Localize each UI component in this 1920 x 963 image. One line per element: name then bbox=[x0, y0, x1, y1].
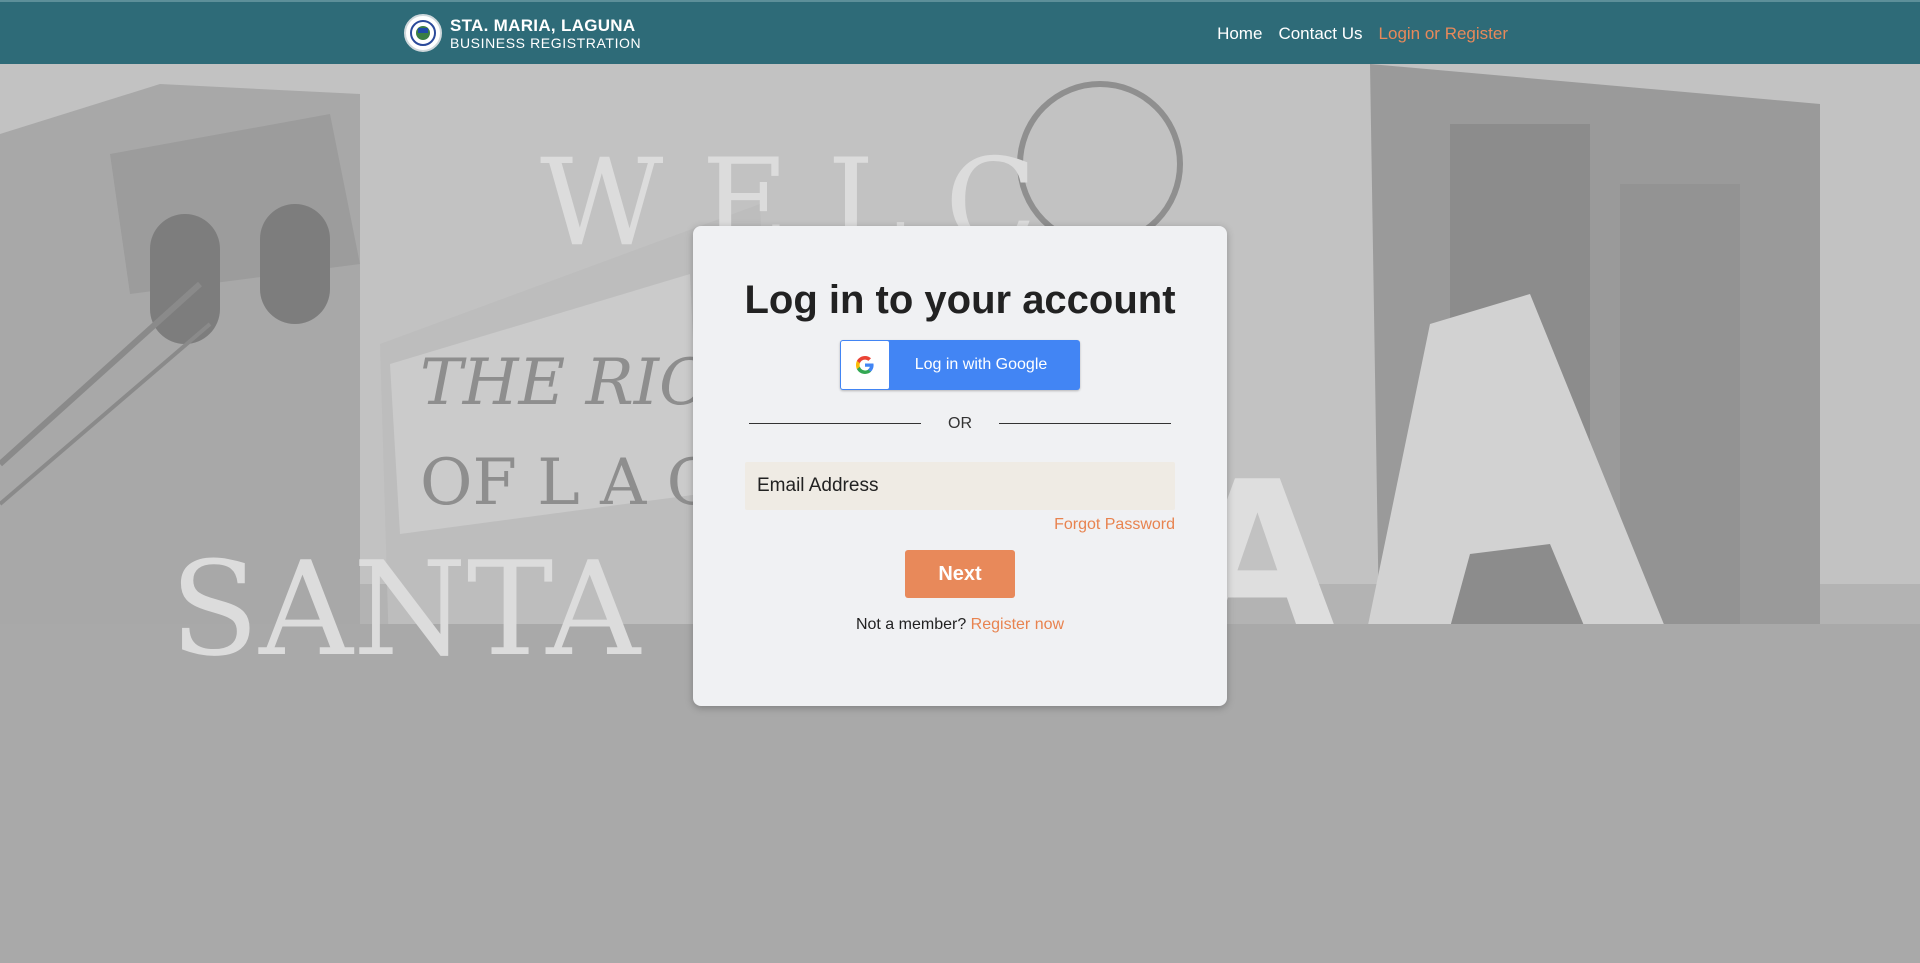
login-card: Log in to your account Log in with Googl… bbox=[693, 226, 1227, 706]
nav-home-link[interactable]: Home bbox=[1217, 24, 1262, 44]
top-navbar: STA. MARIA, LAGUNA BUSINESS REGISTRATION… bbox=[0, 0, 1920, 64]
forgot-password-link[interactable]: Forgot Password bbox=[1054, 516, 1175, 534]
email-input[interactable] bbox=[745, 462, 1175, 510]
or-separator: OR bbox=[948, 415, 972, 432]
brand-text: STA. MARIA, LAGUNA BUSINESS REGISTRATION bbox=[450, 17, 641, 50]
not-member-text: Not a member? bbox=[855, 616, 967, 633]
sign-text-santa: SANTA bbox=[170, 533, 642, 685]
register-now-link[interactable]: Register now bbox=[971, 616, 1064, 633]
google-g-icon bbox=[841, 341, 889, 389]
google-login-label: Log in with Google bbox=[914, 356, 1048, 373]
next-button[interactable]: Next bbox=[905, 550, 1015, 598]
municipal-seal-icon bbox=[404, 14, 442, 52]
register-prompt: Not a member? Register now bbox=[693, 616, 1227, 634]
nav-login-register-link[interactable]: Login or Register bbox=[1379, 24, 1508, 44]
brand-logo-link[interactable]: STA. MARIA, LAGUNA BUSINESS REGISTRATION bbox=[404, 12, 641, 54]
sign-text-laguna: OF L A G bbox=[420, 446, 718, 520]
login-title: Log in to your account bbox=[744, 278, 1176, 322]
divider-right bbox=[999, 423, 1171, 424]
brand-subtitle: BUSINESS REGISTRATION bbox=[450, 34, 642, 51]
brand-title: STA. MARIA, LAGUNA bbox=[450, 15, 636, 35]
main-nav: Home Contact Us Login or Register bbox=[1217, 24, 1508, 44]
nav-contact-link[interactable]: Contact Us bbox=[1278, 24, 1362, 44]
google-login-button[interactable]: Log in with Google bbox=[840, 340, 1080, 390]
